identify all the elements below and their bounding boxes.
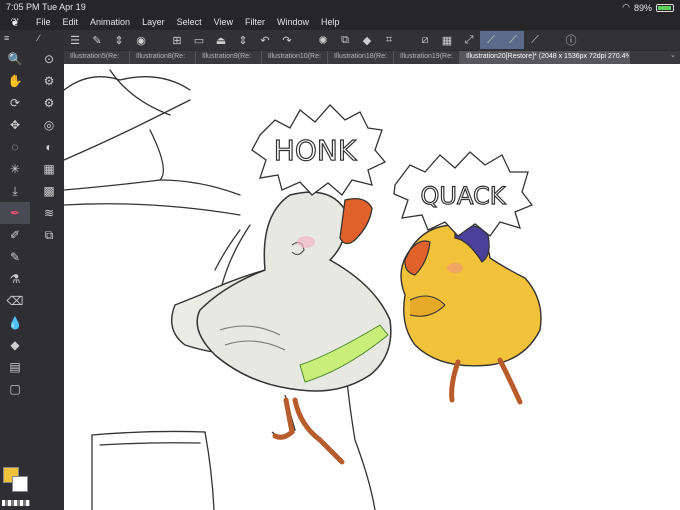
lasso-icon[interactable]: ◌ [0, 136, 30, 158]
tab-illustration8[interactable]: Illustration8(Re: [130, 51, 196, 64]
wifi-icon: ◠ [622, 2, 630, 12]
new-file-icon[interactable]: ⊞ [166, 31, 188, 49]
stabilize-icon[interactable]: ⟋ [480, 31, 502, 49]
layer-property-icon[interactable]: ⧉ [36, 224, 62, 246]
command-bar: ☰ ✎ ⇕ ◉ ⊞ ▭ ⏏ ⇕ ↶ ↷ ✺ ⧉ ◆ ⌗ ⧄ ▦ ⤢ ⟋ ⟋ ⟋ … [64, 30, 680, 50]
open-folder-icon[interactable]: ▭ [188, 31, 210, 49]
hamburger-menu-icon[interactable]: ☰ [64, 31, 86, 49]
layers-icon[interactable]: ≋ [36, 202, 62, 224]
crop-icon[interactable]: ⌗ [378, 31, 400, 49]
slash-icon[interactable]: ⧄ [414, 31, 436, 49]
color-wheel-icon[interactable]: ◐ [36, 136, 62, 158]
undo-icon[interactable]: ↶ [254, 31, 276, 49]
tab-illustration10[interactable]: Illustration10(Re: [262, 51, 328, 64]
status-bar: 7:05 PM Tue Apr 19 ◠ 89% [0, 0, 680, 14]
menu-filter[interactable]: Filter [239, 17, 271, 27]
ruler-icon[interactable]: ⟋ [502, 31, 524, 49]
color-set-icon[interactable]: ▦ [36, 158, 62, 180]
grid-icon[interactable]: ▦ [436, 31, 458, 49]
honk-text: HONK [274, 134, 357, 167]
airbrush-icon[interactable]: ⚗ [0, 268, 30, 290]
pen-icon[interactable]: ✒ [0, 202, 30, 224]
status-time: 7:05 PM [6, 2, 40, 12]
menu-animation[interactable]: Animation [84, 17, 136, 27]
hand-icon[interactable]: ✋ [0, 70, 30, 92]
tab-illustration20[interactable]: Illustration20[Restore]* (2048 x 1536px … [460, 51, 630, 64]
tab-illustration19[interactable]: Illustration19(Re: [394, 51, 460, 64]
menu-select[interactable]: Select [171, 17, 208, 27]
zoom-icon[interactable]: 🔍 [0, 48, 30, 70]
tab-illustration5[interactable]: Illustration5(Re: [64, 51, 130, 64]
pencil-icon[interactable]: ✐ [0, 224, 30, 246]
document-tabs: Illustration5(Re: Illustration8(Re: Illu… [64, 51, 680, 64]
battery-label: 89% [633, 2, 652, 13]
menu-layer[interactable]: Layer [136, 17, 171, 27]
help-icon[interactable]: ⓘ [560, 31, 582, 49]
eyedropper-icon[interactable]: ⤓ [0, 180, 30, 202]
tab-illustration9[interactable]: Illustration9(Re: [196, 51, 262, 64]
fill-bucket-icon[interactable]: ◆ [0, 334, 30, 356]
updown-icon[interactable]: ⇕ [108, 31, 130, 49]
menu-bar: ❦ File Edit Animation Layer Select View … [0, 14, 680, 30]
menu-file[interactable]: File [30, 17, 57, 27]
status-date: Tue Apr 19 [42, 2, 86, 12]
menu-view[interactable]: View [208, 17, 239, 27]
artwork: HONK QUACK [64, 69, 542, 510]
eye-icon[interactable]: ◉ [130, 31, 152, 49]
drawing-canvas[interactable]: HONK QUACK [64, 64, 680, 510]
fill-icon[interactable]: ◆ [356, 31, 378, 49]
sub-color-swatch[interactable] [12, 476, 28, 492]
ruler-icon-2[interactable]: ⟋ [524, 31, 546, 49]
move-icon[interactable]: ✥ [0, 114, 30, 136]
quack-text: QUACK [421, 182, 507, 210]
menu-help[interactable]: Help [315, 17, 346, 27]
chevron-down-icon[interactable]: ⌄ [666, 51, 680, 64]
status-right: ◠ 89% [622, 2, 674, 13]
save-icon[interactable]: ⏏ [210, 31, 232, 49]
panel-grip-icon[interactable]: ≡ [4, 33, 9, 43]
blend-icon[interactable]: 💧 [0, 312, 30, 334]
tool-property-icon[interactable]: ⚙ [36, 70, 62, 92]
battery-icon [656, 3, 674, 12]
eraser-icon[interactable]: ⌫ [0, 290, 30, 312]
tab-illustration18[interactable]: Illustration18(Re: [328, 51, 394, 64]
loading-icon[interactable]: ✺ [312, 31, 334, 49]
menu-window[interactable]: Window [271, 17, 315, 27]
navigator-icon[interactable]: ⊙ [36, 48, 62, 70]
brush-toggle-icon[interactable]: ∕ [38, 33, 40, 43]
redo-icon[interactable]: ↷ [276, 31, 298, 49]
sub-tool-icon[interactable]: ⚙ [36, 92, 62, 114]
rotate-icon[interactable]: ⟳ [0, 92, 30, 114]
transform-icon[interactable]: ⤢ [458, 31, 480, 49]
color-history-icon[interactable]: ▩ [36, 180, 62, 202]
edit-icon[interactable]: ✎ [86, 31, 108, 49]
magic-wand-icon[interactable]: ✳ [0, 158, 30, 180]
shape-icon[interactable]: ▢ [0, 378, 30, 400]
gradient-icon[interactable]: ▤ [0, 356, 30, 378]
updown-icon-2[interactable]: ⇕ [232, 31, 254, 49]
app-logo-icon[interactable]: ❦ [0, 16, 30, 29]
brush-icon[interactable]: ✎ [0, 246, 30, 268]
brush-size-icon[interactable]: ◎ [36, 114, 62, 136]
copy-icon[interactable]: ⧉ [334, 31, 356, 49]
menu-edit[interactable]: Edit [57, 17, 85, 27]
transparent-color-swatch[interactable] [2, 500, 30, 506]
tool-panel: ≡ ∕ 🔍 ✋ ⟳ ✥ ◌ ✳ ⤓ ✒ ✐ ✎ ⚗ ⌫ 💧 ◆ ▤ ▢ ⊙ ⚙ … [0, 30, 64, 510]
